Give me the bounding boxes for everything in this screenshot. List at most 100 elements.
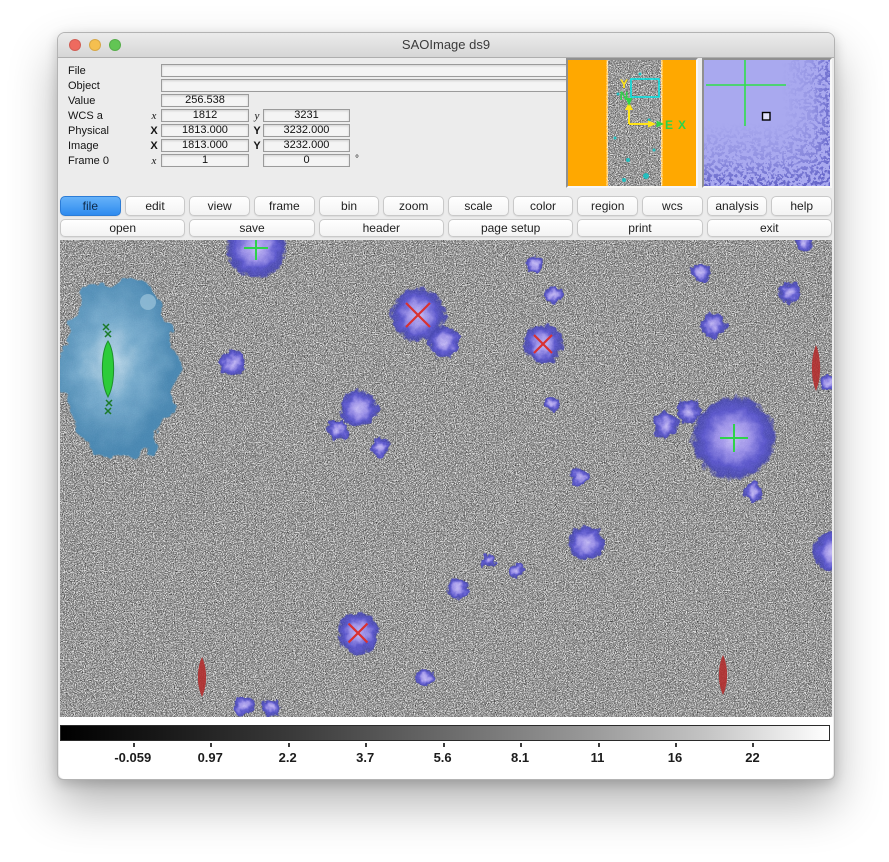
info-row-physical: Physical X 1813.000 Y 3232.000	[58, 124, 566, 139]
value-label: Value	[68, 95, 95, 107]
object-label: Object	[68, 80, 100, 92]
minimize-button[interactable]	[89, 39, 101, 51]
star-blob	[778, 281, 800, 303]
wcs-y-field[interactable]: 3231	[263, 109, 350, 122]
magnifier[interactable]	[702, 58, 832, 188]
menu-button-save[interactable]: save	[189, 219, 314, 237]
colorbar-tick-label: 22	[745, 750, 759, 765]
menu-tab-analysis[interactable]: analysis	[707, 196, 768, 216]
menu-tab-help[interactable]: help	[771, 196, 832, 216]
ds9-window: SAOImage ds9 File Object Value 256.538 W…	[57, 32, 835, 780]
wcs-label: WCS a	[68, 110, 103, 122]
colorbar-tick	[210, 743, 212, 747]
physical-x-field[interactable]: 1813.000	[161, 124, 249, 137]
zoom-button[interactable]	[109, 39, 121, 51]
star-blob	[340, 390, 378, 428]
info-row-wcs: WCS a x 1812 y 3231	[58, 109, 566, 124]
colorbar-tick	[288, 743, 290, 747]
menu-tab-bin[interactable]: bin	[319, 196, 380, 216]
wcs-x-label: x	[149, 110, 159, 122]
info-row-object: Object	[58, 79, 566, 94]
star-blob	[568, 525, 604, 561]
menu-tab-view[interactable]: view	[189, 196, 250, 216]
star-blob	[677, 400, 701, 424]
image-label: Image	[68, 140, 99, 152]
star-blob	[653, 412, 679, 438]
close-button[interactable]	[69, 39, 81, 51]
menu-tab-region[interactable]: region	[577, 196, 638, 216]
info-row-image: Image X 1813.000 Y 3232.000	[58, 139, 566, 154]
menu-tab-zoom[interactable]: zoom	[383, 196, 444, 216]
menu-button-exit[interactable]: exit	[707, 219, 832, 237]
degree-symbol: °	[355, 154, 359, 165]
colorbar-tick-label: 11	[591, 750, 605, 765]
panner[interactable]: Y N E X	[566, 58, 698, 188]
menu-tab-frame[interactable]: frame	[254, 196, 315, 216]
colorbar-tick	[598, 743, 600, 747]
menu-tab-wcs[interactable]: wcs	[642, 196, 703, 216]
star-blob	[570, 468, 588, 486]
colorbar-gradient[interactable]	[60, 725, 830, 741]
star-blob	[482, 553, 496, 567]
colorbar-tick-label: 8.1	[511, 750, 529, 765]
colorbar-tick	[443, 743, 445, 747]
star-blob	[700, 312, 726, 338]
colorbar-tick	[133, 743, 135, 747]
frame-angle-field[interactable]: 0	[263, 154, 350, 167]
wcs-x-field[interactable]: 1812	[161, 109, 249, 122]
menu-tab-file[interactable]: file	[60, 196, 121, 216]
object-field[interactable]	[161, 79, 611, 92]
star-blob	[262, 699, 280, 717]
menu-button-open[interactable]: open	[60, 219, 185, 237]
colorbar-tick-label: 3.7	[356, 750, 374, 765]
star-blob	[234, 696, 254, 716]
compass-e-label: E	[665, 118, 673, 132]
file-field[interactable]	[161, 64, 611, 77]
star-blob	[743, 482, 763, 502]
title-bar[interactable]: SAOImage ds9	[58, 33, 834, 58]
star-blob	[447, 577, 469, 599]
compass-x-label: X	[678, 118, 686, 132]
file-menu-bar: opensave headerpage setupprint exit	[60, 219, 832, 237]
frame-x-label: x	[149, 155, 159, 167]
colorbar-tick-label: -0.059	[114, 750, 151, 765]
menu-tab-scale[interactable]: scale	[448, 196, 509, 216]
colorbar-tick-label: 5.6	[434, 750, 452, 765]
colorbar-tick-label: 16	[668, 750, 682, 765]
physical-y-label: Y	[252, 125, 262, 137]
menu-button-print[interactable]: print	[577, 219, 702, 237]
image-canvas[interactable]	[60, 240, 832, 717]
star-blob	[326, 419, 348, 441]
info-row-file: File	[58, 64, 566, 79]
physical-y-field[interactable]: 3232.000	[263, 124, 350, 137]
menu-button-page-setup[interactable]: page setup	[448, 219, 573, 237]
menu-tab-edit[interactable]: edit	[125, 196, 186, 216]
frame-x-field[interactable]: 1	[161, 154, 249, 167]
desktop: SAOImage ds9 File Object Value 256.538 W…	[0, 0, 889, 862]
menu-button-header[interactable]: header	[319, 219, 444, 237]
image-y-label: Y	[252, 140, 262, 152]
colorbar-scale: -0.0590.972.23.75.68.1111622	[60, 743, 830, 777]
colorbar-tick	[365, 743, 367, 747]
star-blob	[508, 562, 524, 578]
image-x-field[interactable]: 1813.000	[161, 139, 249, 152]
window-title: SAOImage ds9	[58, 33, 834, 57]
image-y-field[interactable]: 3232.000	[263, 139, 350, 152]
physical-x-label: X	[149, 125, 159, 137]
noise-background	[60, 240, 832, 717]
star-blob	[220, 350, 246, 376]
image-x-label: X	[149, 140, 159, 152]
compass-n-label: N	[620, 89, 629, 103]
colorbar-panel: -0.0590.972.23.75.68.1111622	[59, 717, 833, 779]
info-row-frame: Frame 0 x 1 0 °	[58, 154, 566, 169]
physical-label: Physical	[68, 125, 109, 137]
wcs-y-label: y	[252, 110, 262, 122]
colorbar-tick	[675, 743, 677, 747]
colorbar-tick-label: 2.2	[279, 750, 297, 765]
menu-bar: fileeditviewframebinzoomscalecolorregion…	[60, 196, 832, 216]
star-blob	[428, 326, 460, 358]
menu-tab-color[interactable]: color	[513, 196, 574, 216]
star-blob	[370, 437, 390, 457]
value-field[interactable]: 256.538	[161, 94, 249, 107]
star-blob	[415, 668, 435, 688]
